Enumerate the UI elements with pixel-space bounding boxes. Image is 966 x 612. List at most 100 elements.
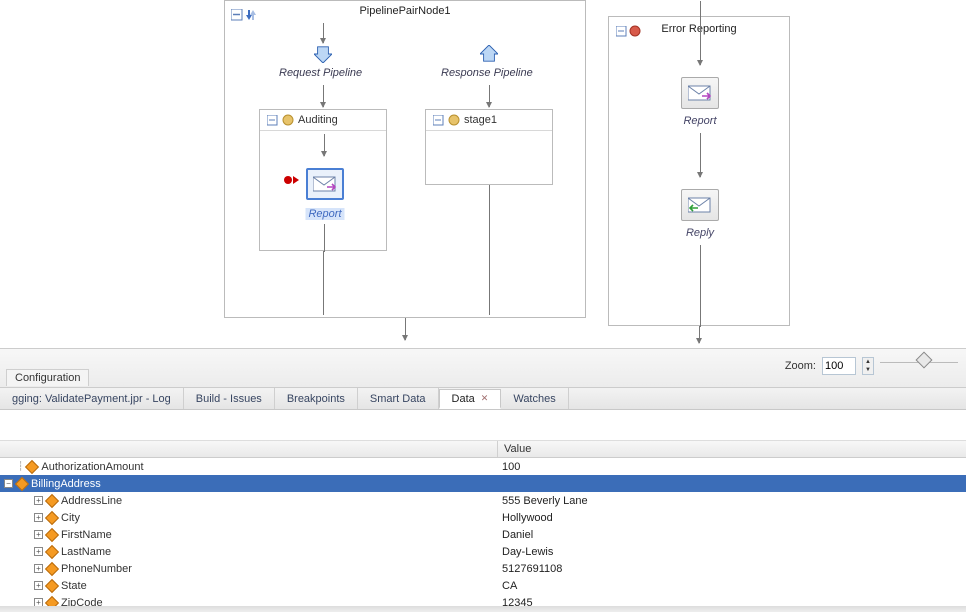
connector (405, 318, 406, 340)
connector (323, 23, 324, 43)
close-icon[interactable]: ✕ (481, 393, 489, 404)
node-name: AuthorizationAmount (41, 461, 143, 473)
zoom-input[interactable] (822, 357, 856, 375)
stage-label: Auditing (298, 114, 338, 126)
report-action[interactable] (306, 168, 344, 200)
expander-plus-icon[interactable]: + (34, 564, 43, 573)
node-value: 100 (498, 461, 966, 473)
reply-label: Reply (660, 227, 740, 239)
tab-smart-data[interactable]: Smart Data (358, 388, 439, 409)
node-name: AddressLine (61, 495, 122, 507)
node-name: LastName (61, 546, 111, 558)
zoom-slider[interactable] (880, 362, 958, 376)
node-value: 5127691108 (498, 563, 966, 575)
expander-plus-icon[interactable]: + (34, 496, 43, 505)
tab-build-issues[interactable]: Build - Issues (184, 388, 275, 409)
data-grid-header: Value (0, 440, 966, 458)
header-value[interactable]: Value (498, 441, 966, 457)
pipeline-pair-title: PipelinePairNode1 (225, 5, 585, 17)
grid-divider (0, 606, 966, 612)
tab-label: Data (452, 393, 475, 405)
zoom-slider-thumb[interactable] (916, 352, 933, 369)
tab-watches[interactable]: Watches (501, 388, 568, 409)
connector (489, 85, 490, 107)
error-report-label: Report (660, 115, 740, 127)
tab-label: gging: ValidatePayment.jpr - Log (12, 393, 171, 405)
error-report-action[interactable] (681, 77, 719, 109)
collapse-icon[interactable] (432, 114, 444, 126)
reply-action[interactable] (681, 189, 719, 221)
row-state[interactable]: + State CA (0, 577, 966, 594)
reply-icon (688, 196, 712, 214)
expander-plus-icon[interactable]: + (34, 581, 43, 590)
response-arrow-icon (480, 45, 498, 66)
connector (489, 185, 490, 315)
canvas[interactable]: PipelinePairNode1 Request Pipeline Respo… (0, 0, 966, 345)
expander-minus-icon[interactable]: − (4, 479, 13, 488)
node-controls[interactable] (231, 9, 257, 21)
expander-plus-icon[interactable]: + (34, 530, 43, 539)
stage-header: Auditing (260, 110, 386, 131)
node-value: Hollywood (498, 512, 966, 524)
tab-log[interactable]: gging: ValidatePayment.jpr - Log (0, 388, 184, 409)
node-type-icon (245, 9, 257, 21)
auditing-stage[interactable]: Auditing Report (259, 109, 387, 251)
tab-data[interactable]: Data ✕ (439, 389, 502, 409)
data-grid: ┆ AuthorizationAmount 100 − BillingAddre… (0, 458, 966, 611)
zoom-up-icon[interactable]: ▲ (863, 358, 873, 366)
header-name[interactable] (0, 441, 498, 457)
connector (700, 1, 701, 65)
expander-plus-icon[interactable]: + (34, 513, 43, 522)
xml-node-icon (45, 510, 59, 524)
expander-plus-icon[interactable]: + (34, 547, 43, 556)
row-address-line[interactable]: + AddressLine 555 Beverly Lane (0, 492, 966, 509)
zoom-control: Zoom: ▲ ▼ (785, 355, 958, 376)
breakpoint-arrow-icon (293, 176, 299, 184)
row-first-name[interactable]: + FirstName Daniel (0, 526, 966, 543)
zoom-down-icon[interactable]: ▼ (863, 366, 873, 374)
tab-breakpoints[interactable]: Breakpoints (275, 388, 358, 409)
zoom-label: Zoom: (785, 360, 816, 372)
breakpoint-marker[interactable] (284, 176, 299, 184)
footer-toolbar: Zoom: ▲ ▼ Configuration (0, 348, 966, 388)
row-authorization-amount[interactable]: ┆ AuthorizationAmount 100 (0, 458, 966, 475)
request-arrow-icon (314, 45, 332, 66)
pipeline-pair-node[interactable]: PipelinePairNode1 Request Pipeline Respo… (224, 0, 586, 318)
connector (323, 251, 324, 315)
row-last-name[interactable]: + LastName Day-Lewis (0, 543, 966, 560)
xml-node-icon (45, 527, 59, 541)
node-name: BillingAddress (31, 478, 101, 490)
stage-icon (282, 114, 294, 126)
collapse-icon[interactable] (231, 9, 243, 21)
node-name: FirstName (61, 529, 112, 541)
zoom-spinner[interactable]: ▲ ▼ (862, 357, 874, 375)
stage1-stage[interactable]: stage1 (425, 109, 553, 185)
error-reporting-node[interactable]: Error Reporting Report Reply (608, 16, 790, 326)
error-reporting-title: Error Reporting (609, 23, 789, 35)
row-phone-number[interactable]: + PhoneNumber 5127691108 (0, 560, 966, 577)
connector (700, 245, 701, 327)
xml-node-icon (45, 561, 59, 575)
connector (323, 85, 324, 107)
tree-line: ┆ (18, 462, 23, 472)
xml-node-icon (45, 578, 59, 592)
node-name: State (61, 580, 87, 592)
report-icon (688, 84, 712, 102)
stage-icon (448, 114, 460, 126)
xml-node-icon (45, 493, 59, 507)
xml-node-icon (25, 459, 39, 473)
row-billing-address[interactable]: − BillingAddress (0, 475, 966, 492)
stage-header: stage1 (426, 110, 552, 131)
report-icon (313, 175, 337, 193)
connector (700, 133, 701, 177)
collapse-icon[interactable] (266, 114, 278, 126)
node-value: Daniel (498, 529, 966, 541)
connector (699, 326, 700, 343)
tab-configuration[interactable]: Configuration (6, 369, 89, 386)
breakpoint-dot-icon (284, 176, 292, 184)
request-pipeline-label: Request Pipeline (279, 67, 362, 79)
connector (324, 134, 325, 156)
report-action-label: Report (305, 208, 344, 220)
row-city[interactable]: + City Hollywood (0, 509, 966, 526)
node-value: CA (498, 580, 966, 592)
